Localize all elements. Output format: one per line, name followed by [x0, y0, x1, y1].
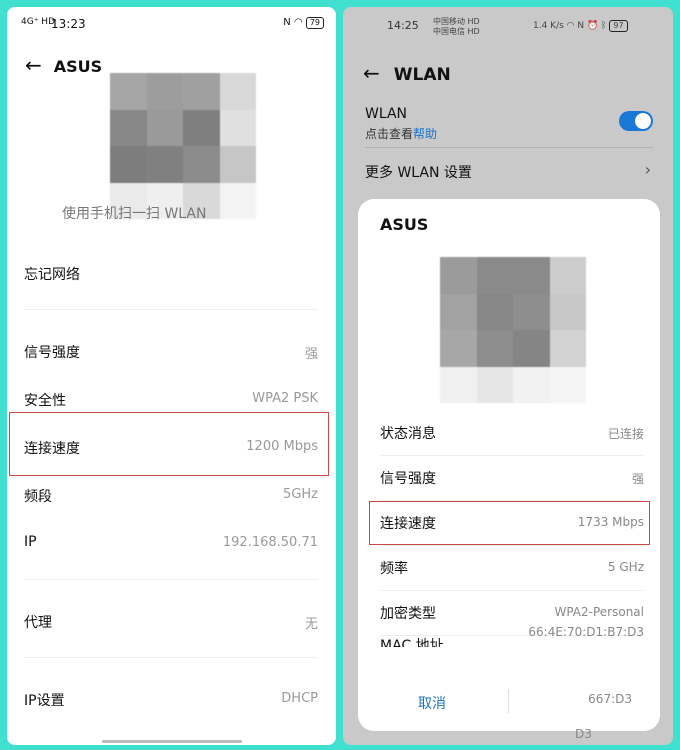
signal-strength-row: 信号强度 强	[358, 456, 660, 500]
wlan-label: WLAN	[365, 106, 408, 122]
left-phone-screen: 4G⁺ HD 13:23 N ◠ 79 ← ASUS 使用手机扫一扫 WLAN 忘…	[7, 7, 336, 745]
row-label: 代理	[24, 615, 52, 631]
toggle-knob	[635, 113, 651, 129]
page-title: WLAN	[393, 65, 451, 85]
wlan-hint-text: 点击查看	[365, 127, 414, 141]
divider	[24, 579, 318, 580]
row-value: 192.168.50.71	[222, 535, 318, 550]
chevron-right-icon: ›	[644, 160, 651, 179]
qr-code	[440, 257, 586, 403]
ip-settings-row[interactable]: IP设置 DHCP	[7, 676, 336, 722]
page-title: ASUS	[53, 57, 103, 76]
row-value: 5 GHz	[607, 560, 644, 574]
obscured-value: D3	[575, 727, 592, 741]
wifi-icon: ◠	[293, 17, 303, 28]
qr-code	[110, 73, 256, 219]
highlight-box	[9, 412, 329, 476]
status-time: 14:25	[387, 19, 419, 32]
row-label: 信号强度	[380, 471, 436, 487]
divider	[24, 309, 318, 310]
row-label: 加密类型	[380, 606, 436, 622]
battery-icon: 79	[305, 17, 324, 29]
status-bar: 4G⁺ HD 13:23 N ◠ 79	[7, 7, 336, 41]
ip-row: IP 192.168.50.71	[7, 520, 336, 566]
row-label: IP设置	[24, 693, 65, 709]
row-label: 频段	[24, 489, 52, 505]
band-row: 频段 5GHz	[7, 472, 336, 518]
row-value: 强	[304, 347, 318, 362]
back-arrow-icon[interactable]: ←	[363, 61, 380, 85]
button-separator	[508, 689, 509, 713]
obscured-value: 667:D3	[588, 692, 632, 706]
row-value: DHCP	[281, 691, 318, 706]
signal-icon: 4G⁺ HD	[21, 17, 56, 27]
page-header: ← ASUS	[25, 53, 102, 77]
divider	[24, 657, 318, 658]
row-value: WPA2-Personal	[554, 605, 644, 619]
cancel-button[interactable]: 取消	[418, 693, 446, 713]
nfc-icon: N	[283, 17, 291, 28]
page-header: ← WLAN	[363, 61, 451, 85]
highlight-box	[369, 501, 650, 545]
row-label: 安全性	[24, 393, 66, 409]
wlan-toggle[interactable]	[619, 111, 653, 131]
status-icons: N ◠ 79	[283, 17, 324, 29]
home-indicator[interactable]	[102, 740, 242, 743]
wlan-hint: 点击查看帮助	[365, 125, 437, 142]
row-value: 无	[304, 617, 318, 632]
right-phone-screen: 中国移动 HD 中国电信 HD 1.4 K/s ◠ N ⏰ ᛒ 97 14:25…	[343, 7, 673, 745]
divider	[365, 147, 653, 148]
row-label: 频率	[380, 561, 408, 577]
status-bar: 中国移动 HD 中国电信 HD 1.4 K/s ◠ N ⏰ ᛒ 97 14:25	[343, 7, 673, 41]
status-message-row: 状态消息 已连接	[358, 411, 660, 455]
frequency-row: 频率 5 GHz	[358, 546, 660, 590]
forget-network-row[interactable]: 忘记网络	[7, 250, 336, 296]
row-value: 66:4E:70:D1:B7:D3	[528, 625, 644, 639]
more-wlan-settings[interactable]: 更多 WLAN 设置	[365, 162, 472, 182]
row-value: WPA2 PSK	[252, 391, 318, 406]
row-label: 状态消息	[380, 426, 436, 442]
proxy-row[interactable]: 代理 无	[7, 598, 336, 644]
network-details-dialog: ASUS 状态消息 已连接 信号强度 强 连接速度 1733 Mbps 频率 5…	[358, 199, 660, 731]
row-label: MAC 地址	[380, 638, 444, 647]
row-value: 5GHz	[283, 487, 318, 502]
row-label: 信号强度	[24, 345, 80, 361]
row-value: 强	[631, 472, 644, 486]
signal-strength-row: 信号强度 强	[7, 328, 336, 374]
mac-address-row: MAC 地址 66:4E:70:D1:B7:D3	[358, 625, 660, 647]
status-time: 13:23	[51, 17, 86, 31]
help-link[interactable]: 帮助	[413, 127, 437, 141]
row-label: IP	[24, 534, 37, 550]
dialog-title: ASUS	[380, 215, 429, 234]
row-label: 忘记网络	[24, 267, 80, 283]
scan-hint-text: 使用手机扫一扫 WLAN	[62, 206, 207, 222]
row-value: 已连接	[607, 427, 644, 441]
back-arrow-icon[interactable]: ←	[25, 53, 42, 77]
